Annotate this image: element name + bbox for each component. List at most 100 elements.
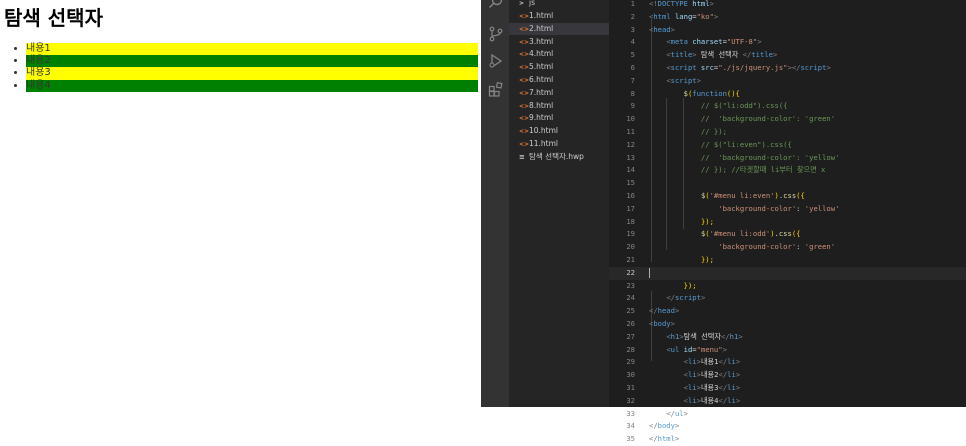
code-token: : — [796, 242, 805, 252]
code-line[interactable]: 1 <!DOCTYPE html> — [609, 0, 966, 11]
file-item[interactable]: <>10.html — [509, 125, 609, 137]
code-token: > — [700, 293, 706, 303]
line-number: 12 — [626, 139, 635, 149]
code-token: </ — [666, 293, 675, 303]
line-number: 27 — [626, 331, 635, 341]
code-line[interactable]: 2 <html lang="ko"> — [609, 11, 966, 24]
folder-js[interactable]: > js — [509, 0, 609, 9]
code-line[interactable]: 6 <script src="./js/jquery.js"></script> — [609, 62, 966, 75]
file-item[interactable]: <>3.html — [509, 36, 609, 48]
code-line[interactable]: 18 }); — [609, 216, 966, 229]
page-heading: 탐색 선택자 — [4, 6, 103, 30]
code-line[interactable]: 34 </body> — [609, 420, 966, 433]
code-token: title — [670, 50, 693, 60]
code-token: > — [772, 50, 778, 60]
code-line[interactable]: 30 <li>내용2</li> — [609, 369, 966, 382]
html-file-icon: <> — [519, 89, 530, 97]
code-token: li — [687, 383, 697, 392]
code-line[interactable]: 8 $(function(){ — [609, 88, 966, 101]
search-icon[interactable] — [488, 0, 504, 10]
code-line[interactable]: 7 <script> — [609, 75, 966, 88]
line-number: 30 — [626, 370, 635, 380]
code-line[interactable]: 17 'background-color': 'yellow' — [609, 203, 966, 216]
code-area[interactable]: 1 <!DOCTYPE html> 2 <html lang="ko"> 3 <head>… — [609, 0, 966, 443]
line-number: 14 — [626, 165, 635, 175]
code-token: body — [657, 421, 675, 431]
code-line[interactable]: 28 <ul id="menu"> — [609, 344, 966, 357]
code-line[interactable]: 33 </ul> — [609, 408, 966, 421]
code-token: function — [692, 88, 727, 98]
code-line[interactable]: 27 <h1>탐색 선택자</h1> — [609, 331, 966, 344]
file-item-hwp[interactable]: ≡ 탐색 선택자.hwp — [509, 151, 609, 163]
code-token: > — [722, 344, 727, 354]
code-line[interactable]: 12 // $("li:even").css({ — [609, 139, 966, 152]
code-line[interactable]: 9 // $("li:odd").css({ — [609, 100, 966, 113]
list-item: 내용2 — [26, 55, 478, 68]
code-token: > — [735, 357, 741, 367]
code-line[interactable]: 23 }); — [609, 280, 966, 293]
html-file-icon: <> — [519, 51, 530, 59]
code-token: > — [709, 0, 714, 8]
code-line[interactable]: 29 <li>내용1</li> — [609, 356, 966, 369]
html-file-icon: <> — [519, 128, 530, 136]
code-line[interactable]: 11 // }); — [609, 126, 966, 139]
code-line[interactable]: 14 // }); //타겟할때 li부터 찾으면 x — [609, 164, 966, 177]
code-line[interactable]: 5 <title> 탐색 선택자 </title> — [609, 49, 966, 62]
code-token: ({ — [791, 229, 801, 239]
run-debug-icon[interactable] — [488, 53, 504, 69]
code-token: li — [687, 357, 697, 367]
code-token: </ — [742, 50, 752, 60]
code-line[interactable]: 13 // 'background-color': 'yellow' — [609, 152, 966, 165]
file-item[interactable]: <>4.html — [509, 48, 609, 60]
html-file-icon: <> — [519, 25, 530, 33]
code-token: > — [713, 11, 719, 21]
document-file-icon: ≡ — [519, 152, 525, 161]
code-line[interactable]: 16 $('#menu li:even').css({ — [609, 190, 966, 203]
file-item[interactable]: <>9.html — [509, 112, 609, 124]
code-line[interactable]: 26 <body> — [609, 318, 966, 331]
html-file-icon: <> — [519, 102, 530, 110]
code-line[interactable]: 25 </head> — [609, 305, 966, 318]
code-token: > — [674, 434, 680, 444]
line-number: 20 — [626, 242, 635, 252]
code-token: script — [670, 75, 697, 85]
file-item[interactable]: <>7.html — [509, 87, 609, 99]
file-item[interactable]: <>5.html — [509, 61, 609, 73]
html-file-icon: <> — [519, 13, 530, 20]
source-control-icon[interactable] — [488, 26, 504, 42]
file-item[interactable]: <>1.html — [509, 10, 609, 22]
code-line[interactable]: 32 <li>내용4</li> — [609, 395, 966, 408]
code-token: // $("li:odd").css({ — [649, 101, 788, 111]
code-line[interactable]: 24 </script> — [609, 292, 966, 305]
line-number: 3 — [630, 24, 635, 34]
code-line[interactable]: 3 <head> — [609, 24, 966, 37]
code-token: 'background-color' — [718, 242, 797, 252]
code-line[interactable]: 4 <meta charset="UTF-8"> — [609, 36, 966, 49]
file-item-active[interactable]: <>2.html — [509, 22, 609, 35]
code-token: > — [674, 421, 680, 431]
code-token: > — [826, 63, 831, 72]
code-token: li — [687, 370, 697, 380]
file-item[interactable]: <>8.html — [509, 100, 609, 112]
line-number: 25 — [626, 306, 635, 316]
code-line[interactable]: 10 // 'background-color': 'green' — [609, 113, 966, 126]
code-line[interactable]: 31 <li>내용3</li> — [609, 382, 966, 395]
code-line[interactable]: 20 'background-color': 'green' — [609, 241, 966, 254]
line-number: 32 — [626, 395, 635, 405]
code-line[interactable]: 35 </html> — [609, 433, 966, 446]
code-line[interactable]: 15 — [609, 177, 966, 190]
line-number: 34 — [626, 421, 635, 431]
code-line[interactable]: 19 $('#menu li:odd').css({ — [609, 228, 966, 241]
code-token: meta — [670, 37, 688, 47]
file-item[interactable]: <>6.html — [509, 74, 609, 86]
extensions-icon[interactable] — [488, 81, 504, 97]
code-line[interactable]: 21 }); — [609, 254, 966, 267]
code-line[interactable]: 22 — [609, 266, 966, 280]
file-item[interactable]: <>11.html — [509, 138, 609, 150]
